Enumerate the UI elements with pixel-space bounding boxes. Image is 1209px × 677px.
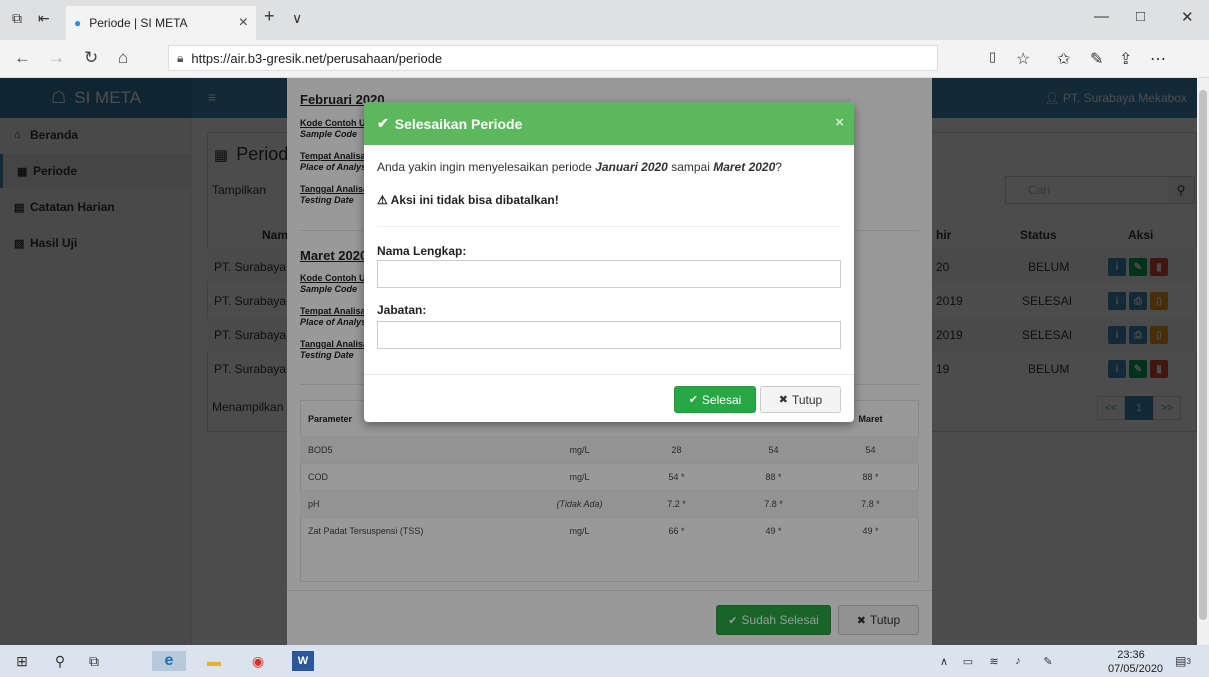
address-bar[interactable]: 🔒︎ https://air.b3-gresik.net/perusahaan/… bbox=[168, 45, 938, 71]
modal-title: Selesaikan Periode bbox=[394, 115, 523, 132]
wifi-icon[interactable]: ≋ bbox=[986, 651, 1002, 671]
divider bbox=[377, 226, 841, 227]
tab-menu-icon[interactable]: ∨ bbox=[292, 10, 302, 27]
tab-close-icon[interactable]: × bbox=[239, 14, 248, 32]
modal-footer-divider bbox=[364, 374, 854, 375]
tab-aside-icon[interactable]: ⇤ bbox=[38, 10, 50, 27]
word-icon[interactable]: W bbox=[292, 651, 314, 671]
refresh-icon[interactable]: ↻ bbox=[84, 48, 98, 68]
close-button[interactable]: ✖ Tutup bbox=[760, 386, 841, 413]
notifications-icon[interactable]: ▤ 3 bbox=[1172, 651, 1194, 671]
forward-arrow-icon[interactable]: → bbox=[48, 48, 65, 68]
close-window-icon[interactable]: ✕ bbox=[1181, 8, 1194, 26]
pen-workspace-icon[interactable]: ✎ bbox=[1040, 651, 1056, 671]
finish-button[interactable]: ✔ Selesai bbox=[674, 386, 756, 413]
chevron-up-icon[interactable]: ∧ bbox=[936, 651, 952, 671]
favorite-star-icon[interactable]: ☆ bbox=[1016, 49, 1030, 69]
full-name-label: Nama Lengkap: bbox=[377, 244, 467, 258]
reading-view-icon[interactable]: ▯ bbox=[989, 49, 996, 65]
modal-close-icon[interactable]: × bbox=[835, 114, 844, 131]
file-explorer-icon[interactable]: ▬ bbox=[204, 651, 224, 671]
confirm-message: Anda yakin ingin menyelesaikan periode J… bbox=[377, 160, 782, 174]
task-view-icon[interactable]: ⧉ bbox=[84, 651, 104, 671]
minimize-icon[interactable]: — bbox=[1094, 8, 1109, 25]
scrollbar-thumb[interactable] bbox=[1199, 90, 1207, 620]
confirm-finish-modal: ✔ Selesaikan Periode × Anda yakin ingin … bbox=[364, 102, 854, 422]
url-text: https://air.b3-gresik.net/perusahaan/per… bbox=[191, 50, 443, 66]
favorites-list-icon[interactable]: ✩ bbox=[1057, 49, 1070, 69]
position-label: Jabatan: bbox=[377, 303, 427, 317]
chrome-icon[interactable]: ◉ bbox=[248, 651, 268, 671]
new-tab-icon[interactable]: + bbox=[264, 6, 275, 27]
favicon-drop-icon: ● bbox=[74, 16, 82, 30]
full-name-input[interactable] bbox=[377, 260, 841, 288]
position-input[interactable] bbox=[377, 321, 841, 349]
search-icon[interactable]: ⚲ bbox=[50, 651, 70, 671]
pen-icon[interactable]: ✎ bbox=[1090, 49, 1103, 69]
edge-browser-icon[interactable]: e bbox=[152, 651, 186, 671]
browser-tab-periode[interactable]: ● Periode | SI META × bbox=[66, 6, 256, 40]
home-icon[interactable]: ⌂ bbox=[118, 48, 128, 68]
taskbar-clock[interactable]: 23:36 07/05/2020 bbox=[1108, 648, 1164, 676]
lock-icon: 🔒︎ bbox=[177, 50, 184, 65]
times-icon: ✖ bbox=[778, 394, 788, 406]
battery-icon[interactable]: ▭ bbox=[960, 651, 976, 671]
tab-actions-icon[interactable]: ⧉ bbox=[12, 10, 22, 27]
check-icon: ✔ bbox=[688, 394, 698, 406]
warning-message: ⚠ Aksi ini tidak bisa dibatalkan! bbox=[377, 193, 559, 207]
more-icon[interactable]: ⋯ bbox=[1150, 49, 1166, 69]
check-icon: ✔ bbox=[377, 115, 389, 131]
volume-icon[interactable]: ♪ bbox=[1010, 651, 1026, 671]
tab-title: Periode | SI META bbox=[89, 16, 188, 30]
clock-date: 07/05/2020 bbox=[1108, 663, 1164, 675]
clock-time: 23:36 bbox=[1117, 649, 1145, 661]
maximize-icon[interactable]: □ bbox=[1136, 8, 1145, 25]
modal-header: ✔ Selesaikan Periode bbox=[364, 102, 854, 145]
windows-start-icon[interactable]: ⊞ bbox=[12, 651, 32, 671]
share-icon[interactable]: ⇪ bbox=[1119, 49, 1132, 69]
warning-icon: ⚠ bbox=[377, 193, 388, 207]
back-arrow-icon[interactable]: ← bbox=[14, 48, 31, 68]
